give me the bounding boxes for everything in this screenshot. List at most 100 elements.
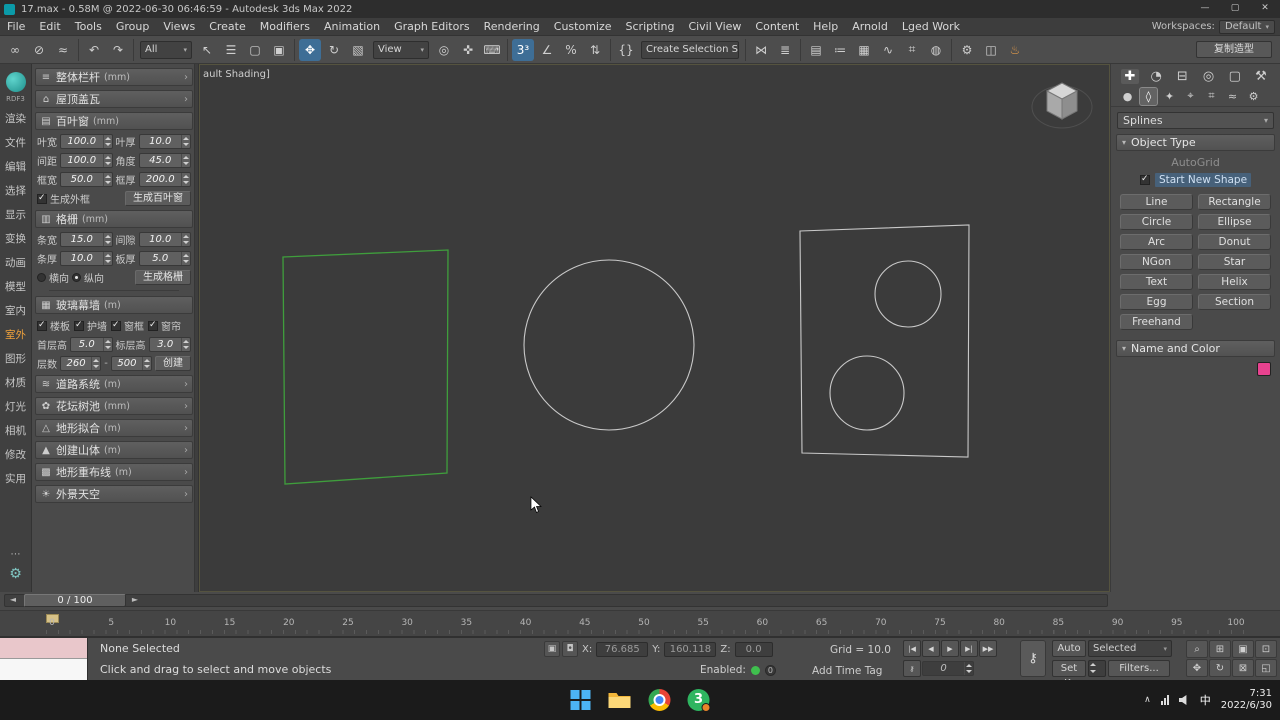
plugin-panel-scrollbar[interactable] [194, 64, 198, 592]
frame-width-field-spinner[interactable] [103, 173, 112, 186]
generate-outer-frame-checkbox[interactable]: 生成外框 [37, 191, 90, 206]
arc-button[interactable]: Arc [1120, 234, 1193, 250]
lights-category[interactable]: ✦ [1161, 88, 1178, 105]
menu-rendering[interactable]: Rendering [477, 18, 547, 36]
window-frame-checkbox[interactable]: 窗框 [111, 318, 144, 333]
window-crossing-toggle-icon[interactable]: ▣ [268, 39, 290, 61]
menu-arnold[interactable]: Arnold [845, 18, 895, 36]
object-color-swatch[interactable] [1257, 362, 1271, 376]
listener-script-line[interactable] [0, 659, 87, 680]
select-and-scale-icon[interactable]: ▧ [347, 39, 369, 61]
network-icon[interactable] [1161, 695, 1169, 705]
add-time-tag-button[interactable]: Add Time Tag [812, 665, 882, 677]
workspaces-dropdown[interactable]: Default [1219, 20, 1275, 34]
ribbon-item-edit[interactable]: 编辑 [5, 161, 26, 173]
helpers-category[interactable]: ⌗ [1203, 88, 1220, 105]
floors-from-field[interactable]: 260 [60, 356, 101, 371]
rollout-header-sky[interactable]: ☀外景天空› [35, 485, 193, 503]
ngon-button[interactable]: NGon [1120, 254, 1193, 270]
cameras-category[interactable]: ⌖ [1182, 88, 1199, 105]
rollout-header-grating[interactable]: ▥格栅(mm) [35, 210, 193, 228]
menu-civil-view[interactable]: Civil View [681, 18, 748, 36]
selection-filter-dropdown[interactable]: All▾ [140, 41, 192, 59]
ribbon-item-model[interactable]: 模型 [5, 281, 26, 293]
previous-frame-button[interactable]: ◀ [922, 640, 940, 657]
utilities-tab[interactable]: ⚒ [1252, 69, 1270, 84]
curtain-checkbox[interactable]: 窗帘 [148, 318, 181, 333]
play-button[interactable]: ▶ [941, 640, 959, 657]
spinner-snap-icon[interactable]: ⇅ [584, 39, 606, 61]
rollout-header-mountain[interactable]: ▲创建山体(m)› [35, 441, 193, 459]
rendered-frame-window-icon[interactable]: ◫ [980, 39, 1002, 61]
generate-grating-button[interactable]: 生成格栅 [135, 270, 191, 285]
named-selection-set-dropdown[interactable]: Create Selection Set▾ [641, 41, 739, 59]
next-frame-button[interactable]: ▶| [960, 640, 978, 657]
ribbon-item-camera[interactable]: 相机 [5, 425, 26, 437]
minimize-button[interactable]: — [1190, 0, 1220, 18]
gap-field[interactable]: 10.0 [139, 232, 192, 247]
bar-thickness-field[interactable]: 10.0 [60, 251, 113, 266]
rollout-header-blinds[interactable]: ▤百叶窗(mm) [35, 112, 193, 130]
percent-snap-icon[interactable]: % [560, 39, 582, 61]
menu-edit[interactable]: Edit [32, 18, 67, 36]
angle-field-spinner[interactable] [181, 154, 190, 167]
spin-down-icon[interactable] [182, 240, 190, 247]
spin-down-icon[interactable] [104, 345, 112, 352]
chevron-up-icon[interactable] [1144, 695, 1151, 705]
spacewarps-category[interactable]: ≈ [1224, 88, 1241, 105]
ribbon-item-interior[interactable]: 室内 [5, 305, 26, 317]
frame-width-field[interactable]: 50.0 [60, 172, 113, 187]
spin-down-icon[interactable] [182, 161, 190, 168]
select-and-link-icon[interactable]: ∞ [4, 39, 26, 61]
spin-down-icon[interactable] [182, 142, 190, 149]
rollout-header-roof-tile[interactable]: ⌂屋顶盖瓦› [35, 90, 193, 108]
browser-360-icon[interactable]: 3 [688, 689, 710, 711]
circle-button[interactable]: Circle [1120, 214, 1193, 230]
maxscript-mini-listener[interactable] [0, 638, 88, 681]
orbit-icon[interactable]: ↻ [1209, 659, 1231, 677]
hierarchy-tab[interactable]: ⊟ [1173, 69, 1191, 84]
start-button[interactable] [571, 690, 591, 710]
floors-from-field-spinner[interactable] [91, 357, 100, 370]
angle-field[interactable]: 45.0 [139, 153, 192, 168]
zoom-extents-all-icon[interactable]: ⊡ [1255, 640, 1277, 658]
start-new-shape-label[interactable]: Start New Shape [1155, 173, 1251, 187]
generate-blinds-button[interactable]: 生成百叶窗 [125, 191, 191, 206]
maximize-viewport-icon[interactable]: ◱ [1255, 659, 1277, 677]
enabled-indicator-icon[interactable] [751, 666, 760, 675]
modify-tab[interactable]: ◔ [1147, 69, 1165, 84]
z-coordinate-field[interactable]: 0.0 [735, 642, 773, 657]
name-color-rollout-header[interactable]: Name and Color [1116, 340, 1275, 357]
layer-explorer-icon[interactable]: ≔ [829, 39, 851, 61]
rollout-header-flowerbed[interactable]: ✿花坛树池(mm)› [35, 397, 193, 415]
edit-named-selection-sets-icon[interactable]: {} [615, 39, 637, 61]
star-button[interactable]: Star [1198, 254, 1271, 270]
vertical-radio[interactable]: 纵向 [72, 270, 104, 285]
spin-down-icon[interactable] [182, 259, 190, 266]
floors-to-field[interactable]: 500 [111, 356, 152, 371]
select-by-name-icon[interactable]: ☰ [220, 39, 242, 61]
frame-thickness-field-spinner[interactable] [181, 173, 190, 186]
time-slider-next-button[interactable] [128, 594, 142, 607]
snaps-toggle-3d-icon[interactable]: 3³ [512, 39, 534, 61]
use-pivot-center-icon[interactable]: ◎ [433, 39, 455, 61]
menu-graph-editors[interactable]: Graph Editors [387, 18, 477, 36]
first-floor-height-field[interactable]: 5.0 [70, 337, 113, 352]
x-coordinate-field[interactable]: 76.685 [596, 642, 648, 657]
set-key-button[interactable]: Set K. [1052, 660, 1086, 677]
spin-down-icon[interactable] [104, 259, 112, 266]
blade-width-field[interactable]: 100.0 [60, 134, 113, 149]
close-button[interactable]: ✕ [1250, 0, 1280, 18]
shapes-category[interactable]: ◊ [1140, 88, 1157, 105]
blade-thickness-field-spinner[interactable] [181, 135, 190, 148]
freehand-button[interactable]: Freehand [1120, 314, 1193, 330]
start-new-shape-checkbox[interactable] [1140, 175, 1150, 185]
plugin-toolbar-button[interactable]: 复制造型 [1196, 41, 1272, 58]
frame-spinner[interactable] [964, 662, 973, 675]
spacing-field[interactable]: 100.0 [60, 153, 113, 168]
schematic-view-icon[interactable]: ⌗ [901, 39, 923, 61]
floors-to-field-spinner[interactable] [142, 357, 151, 370]
gap-field-spinner[interactable] [181, 233, 190, 246]
menu-group[interactable]: Group [109, 18, 157, 36]
plate-thickness-field-spinner[interactable] [181, 252, 190, 265]
